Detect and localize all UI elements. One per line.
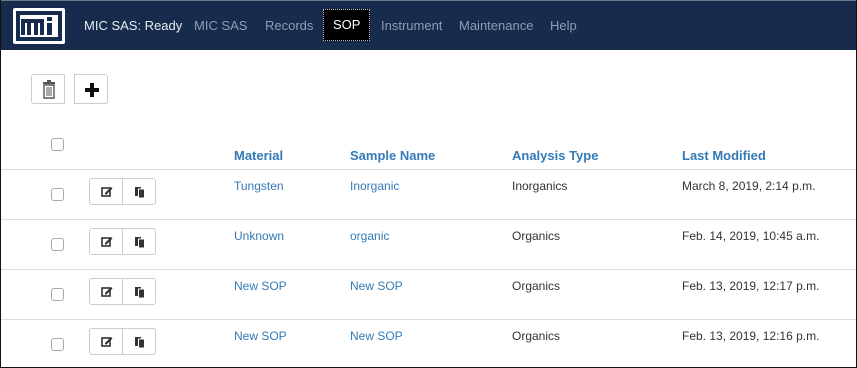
cell-sample-name[interactable]: New SOP [350,279,403,293]
select-all-checkbox[interactable] [51,138,64,151]
copy-icon [135,237,145,249]
copy-button[interactable] [122,278,156,305]
cell-last-modified: Feb. 14, 2019, 10:45 a.m. [682,229,820,243]
cell-material[interactable]: New SOP [234,279,287,293]
row-checkbox[interactable] [51,188,64,201]
trash-icon [43,80,55,99]
cell-sample-name[interactable]: organic [350,229,389,243]
copy-icon [135,187,145,199]
cell-analysis-type: Organics [512,329,561,343]
edit-button[interactable] [89,278,123,305]
cell-sample-name[interactable]: Inorganic [350,179,399,193]
cell-analysis-type: Organics [512,279,561,293]
cell-last-modified: Feb. 13, 2019, 12:16 p.m. [682,329,820,343]
delete-button[interactable] [31,74,65,104]
edit-button[interactable] [89,228,123,255]
row-checkbox[interactable] [51,238,64,251]
nav-item-mic-sas[interactable]: MIC SAS [194,18,247,33]
copy-button[interactable] [122,328,156,355]
row-checkbox[interactable] [51,288,64,301]
cell-material[interactable]: New SOP [234,329,287,343]
column-header-material[interactable]: Material [234,148,283,163]
column-header-last-modified[interactable]: Last Modified [682,148,766,163]
edit-icon [101,337,113,347]
table-row: New SOP New SOP Organics Feb. 13, 2019, … [1,319,856,367]
copy-icon [135,287,145,299]
app-frame: MIC SAS: Ready MIC SAS Records SOP Instr… [0,0,857,368]
cell-material[interactable]: Unknown [234,229,284,243]
edit-icon [101,287,113,297]
nav-item-maintenance[interactable]: Maintenance [459,18,533,33]
cell-sample-name[interactable]: New SOP [350,329,403,343]
add-button[interactable] [74,74,108,104]
nav-item-sop[interactable]: SOP [323,9,371,41]
edit-button[interactable] [89,328,123,355]
table-row: New SOP New SOP Organics Feb. 13, 2019, … [1,269,856,319]
row-checkbox[interactable] [51,338,64,351]
nav-item-records[interactable]: Records [265,18,313,33]
edit-icon [101,237,113,247]
nav-brand-status[interactable]: MIC SAS: Ready [84,18,182,33]
cell-last-modified: Feb. 13, 2019, 12:17 p.m. [682,279,820,293]
column-header-sample-name[interactable]: Sample Name [350,148,435,163]
cell-material[interactable]: Tungsten [234,179,284,193]
cell-analysis-type: Organics [512,229,561,243]
cell-last-modified: March 8, 2019, 2:14 p.m. [682,179,816,193]
edit-icon [101,187,113,197]
column-header-analysis-type[interactable]: Analysis Type [512,148,598,163]
top-navbar: MIC SAS: Ready MIC SAS Records SOP Instr… [1,0,856,50]
nav-item-instrument[interactable]: Instrument [381,18,442,33]
copy-button[interactable] [122,178,156,205]
mi-logo-icon[interactable] [13,8,65,44]
nav-item-help[interactable]: Help [550,18,577,33]
cell-analysis-type: Inorganics [512,179,568,193]
edit-button[interactable] [89,178,123,205]
copy-icon [135,337,145,349]
table-row: Tungsten Inorganic Inorganics March 8, 2… [1,169,856,219]
plus-icon [85,83,99,97]
table-row: Unknown organic Organics Feb. 14, 2019, … [1,219,856,269]
copy-button[interactable] [122,228,156,255]
